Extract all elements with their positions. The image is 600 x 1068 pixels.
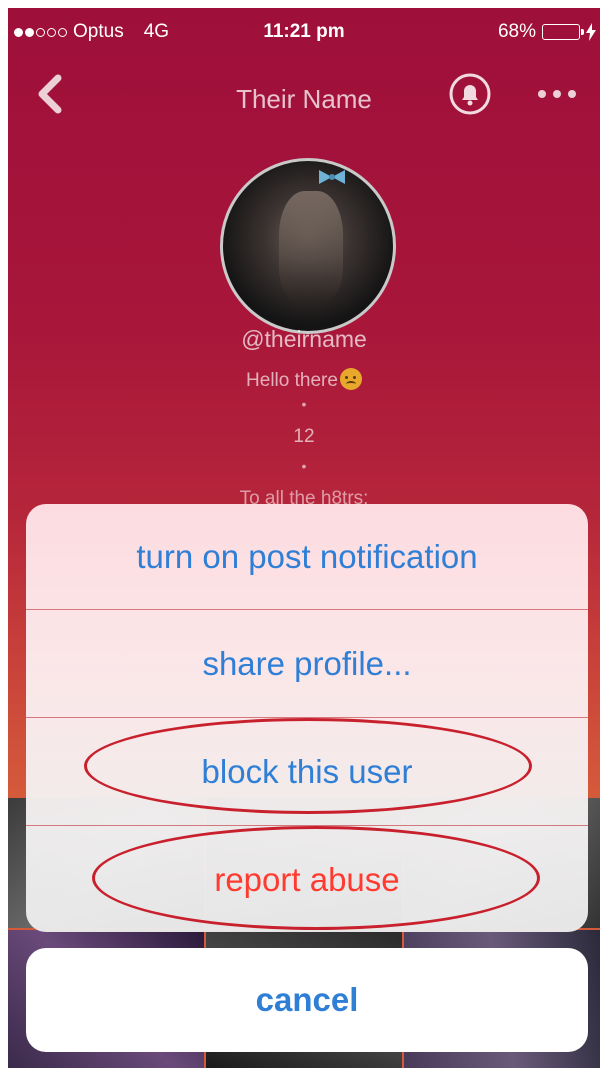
battery-icon — [542, 24, 584, 40]
bio-separator: • — [301, 458, 307, 474]
phone-screen: Optus 4G 11:21 pm 68% Their Name @theirn… — [8, 8, 600, 1068]
bio-line: Hello there — [8, 368, 600, 392]
navigation-bar: Their Name — [8, 66, 600, 126]
notification-bell-icon[interactable] — [448, 72, 492, 116]
block-user-button[interactable]: block this user — [26, 718, 588, 826]
more-options-icon[interactable] — [532, 84, 582, 104]
profile-avatar[interactable] — [220, 158, 396, 334]
page-title: Their Name — [236, 84, 372, 114]
bio-separator: • — [301, 396, 307, 412]
bio-text: Hello there — [246, 370, 338, 391]
battery-group: 68% — [498, 21, 596, 43]
profile-handle: @theirname — [241, 326, 367, 352]
avatar-photo — [279, 191, 343, 301]
turn-on-post-notification-button[interactable]: turn on post notification — [26, 504, 588, 610]
status-bar: Optus 4G 11:21 pm 68% — [8, 8, 600, 54]
report-abuse-button[interactable]: report abuse — [26, 826, 588, 932]
bow-icon — [319, 170, 345, 184]
bio-line: 12 — [293, 426, 315, 447]
battery-percent: 68% — [497, 21, 536, 42]
charging-bolt-icon — [586, 23, 596, 41]
action-sheet: turn on post notification share profile.… — [26, 504, 588, 932]
share-profile-button[interactable]: share profile... — [26, 610, 588, 718]
cancel-button[interactable]: cancel — [26, 948, 588, 1052]
upside-down-face-emoji-icon — [339, 368, 362, 390]
